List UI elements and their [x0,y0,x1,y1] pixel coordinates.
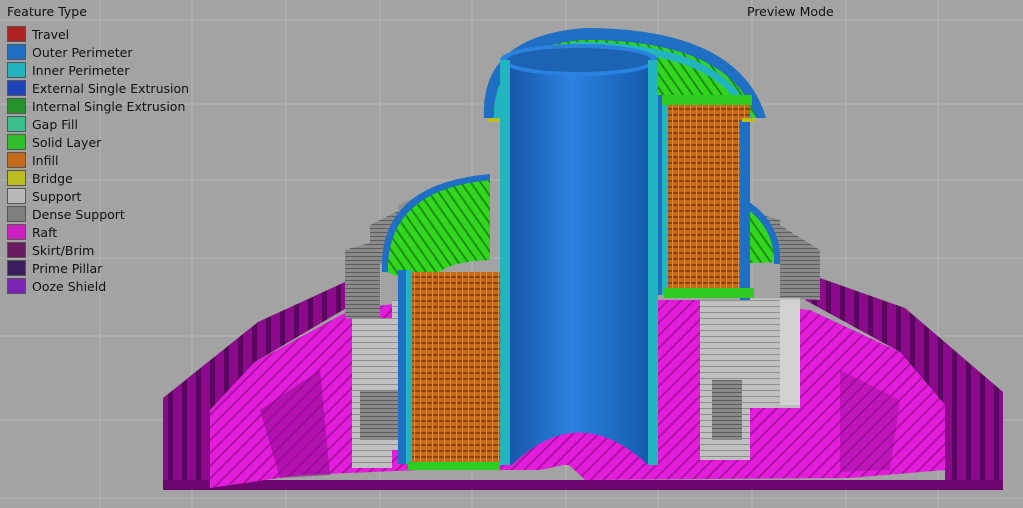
legend-swatch [7,80,26,96]
legend-swatch [7,116,26,132]
legend-swatch [7,62,26,78]
legend-swatch [7,206,26,222]
legend-item-ooze-shield[interactable]: Ooze Shield [7,277,189,295]
legend-item-label: Gap Fill [32,116,78,132]
legend-item-label: Inner Perimeter [32,62,130,78]
legend-title: Feature Type [7,4,87,19]
legend-item-internal-single-extrusion[interactable]: Internal Single Extrusion [7,97,189,115]
legend-swatch [7,188,26,204]
legend-item-label: Internal Single Extrusion [32,98,186,114]
legend-swatch [7,242,26,258]
feature-type-legend: Travel Outer Perimeter Inner Perimeter E… [7,25,189,295]
legend-item-gap-fill[interactable]: Gap Fill [7,115,189,133]
legend-swatch [7,260,26,276]
legend-item-label: Outer Perimeter [32,44,133,60]
legend-swatch [7,134,26,150]
legend-item-label: Prime Pillar [32,260,103,276]
legend-item-support[interactable]: Support [7,187,189,205]
legend-item-prime-pillar[interactable]: Prime Pillar [7,259,189,277]
legend-item-label: Travel [32,26,70,42]
legend-item-dense-support[interactable]: Dense Support [7,205,189,223]
legend-item-skirt-brim[interactable]: Skirt/Brim [7,241,189,259]
legend-swatch [7,26,26,42]
legend-item-label: Skirt/Brim [32,242,95,258]
legend-swatch [7,44,26,60]
legend-item-infill[interactable]: Infill [7,151,189,169]
legend-item-label: Bridge [32,170,73,186]
legend-item-label: Raft [32,224,58,240]
central-cylinder [500,44,658,465]
legend-swatch [7,170,26,186]
preview-mode-label: Preview Mode [747,4,834,19]
legend-item-label: Support [32,188,82,204]
legend-item-bridge[interactable]: Bridge [7,169,189,187]
legend-swatch [7,278,26,294]
legend-item-raft[interactable]: Raft [7,223,189,241]
legend-item-travel[interactable]: Travel [7,25,189,43]
legend-item-label: Dense Support [32,206,125,222]
legend-item-inner-perimeter[interactable]: Inner Perimeter [7,61,189,79]
legend-item-label: External Single Extrusion [32,80,190,96]
legend-item-label: Ooze Shield [32,278,107,294]
legend-item-external-single-extrusion[interactable]: External Single Extrusion [7,79,189,97]
legend-swatch [7,152,26,168]
legend-item-outer-perimeter[interactable]: Outer Perimeter [7,43,189,61]
legend-swatch [7,98,26,114]
legend-item-label: Infill [32,152,59,168]
legend-swatch [7,224,26,240]
legend-item-solid-layer[interactable]: Solid Layer [7,133,189,151]
legend-item-label: Solid Layer [32,134,102,150]
